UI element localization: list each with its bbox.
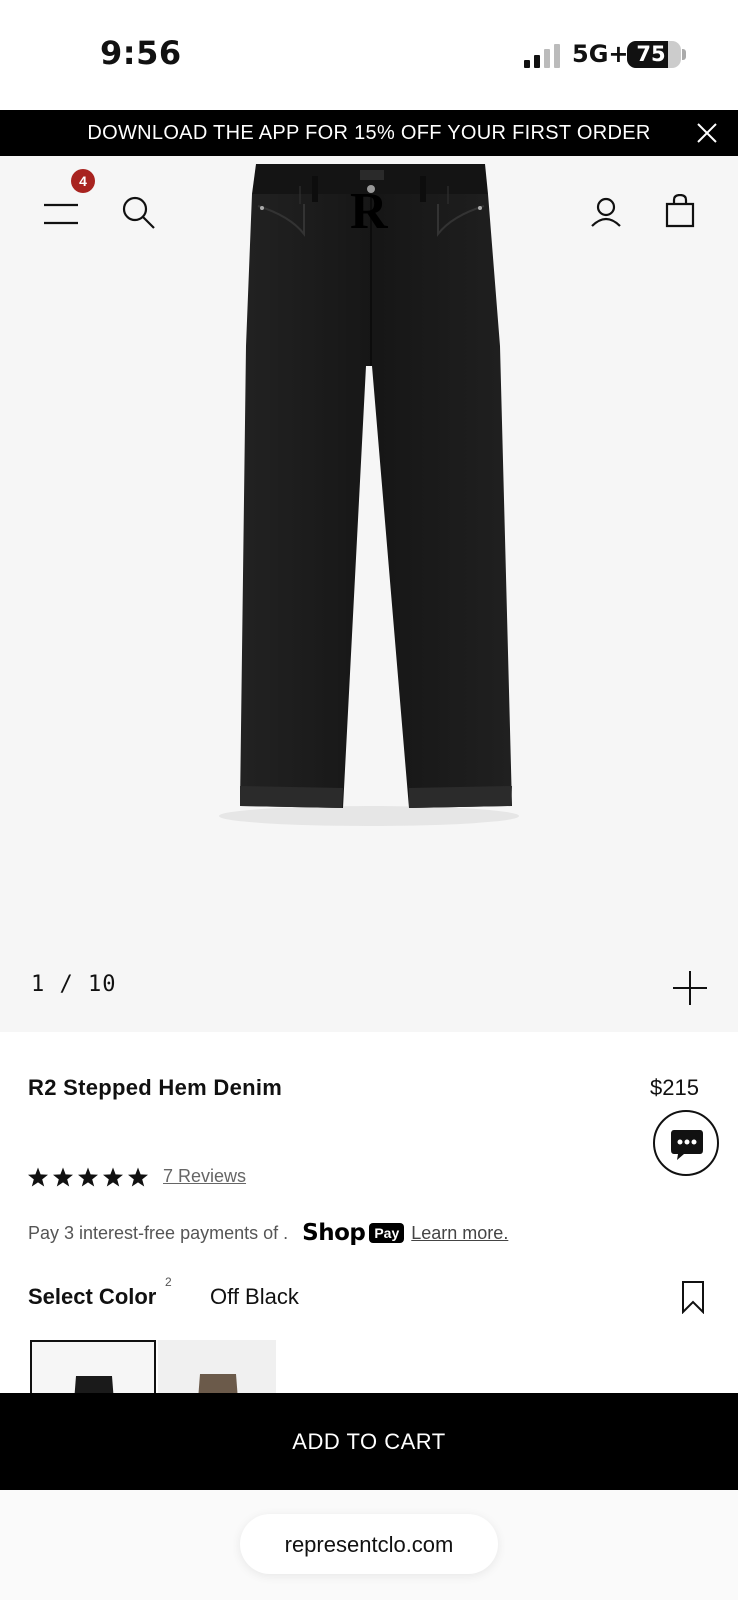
learn-more-link[interactable]: Learn more. [411, 1223, 508, 1244]
status-time: 9:56 [100, 34, 182, 72]
add-to-cart-button[interactable]: ADD TO CART [0, 1393, 738, 1490]
star-icon [128, 1167, 148, 1187]
status-bar: 9:56 5G+ 75 [0, 0, 738, 110]
battery-icon: 75 [627, 41, 681, 68]
add-to-cart-label[interactable]: ADD TO CART [0, 1429, 738, 1455]
star-icon [28, 1167, 48, 1187]
product-title: R2 Stepped Hem Denim [28, 1075, 283, 1100]
shop-pay-badge: Pay [369, 1223, 405, 1243]
shop-logo: Shop [302, 1220, 366, 1246]
color-swatch-off-black[interactable] [30, 1340, 156, 1400]
close-icon[interactable] [696, 122, 718, 144]
rating-stars [28, 1167, 148, 1187]
battery-cap [682, 49, 686, 60]
account-icon[interactable] [590, 196, 622, 228]
installments-text: Pay 3 interest-free payments of . [28, 1222, 289, 1243]
product-image [219, 164, 519, 826]
bookmark-icon[interactable] [681, 1280, 705, 1314]
signal-icon [524, 44, 560, 68]
gallery-counter: 1 / 10 [31, 972, 117, 997]
promo-text[interactable]: DOWNLOAD THE APP FOR 15% OFF YOUR FIRST … [0, 122, 738, 145]
url-text[interactable]: representclo.com [240, 1532, 498, 1558]
product-image-gallery[interactable]: R 4 [0, 156, 738, 1032]
chat-button[interactable] [653, 1110, 719, 1176]
selected-color-name: Off Black [210, 1284, 299, 1309]
select-color-label: Select Color [28, 1284, 157, 1309]
star-icon [53, 1167, 73, 1187]
bag-icon[interactable] [665, 194, 695, 228]
menu-badge: 4 [71, 169, 95, 193]
zoom-plus-icon[interactable] [673, 971, 707, 1005]
battery-level: 75 [636, 42, 666, 66]
network-type: 5G+ [572, 40, 629, 68]
menu-icon[interactable] [44, 202, 80, 226]
promo-banner[interactable]: DOWNLOAD THE APP FOR 15% OFF YOUR FIRST … [0, 110, 738, 156]
search-icon[interactable] [122, 196, 156, 230]
brand-logo[interactable]: R [350, 182, 388, 241]
reviews-link[interactable]: 7 Reviews [163, 1166, 246, 1187]
url-bar[interactable]: representclo.com [240, 1514, 498, 1574]
chat-icon [671, 1130, 703, 1160]
color-swatch-brown[interactable] [158, 1340, 276, 1400]
star-icon [78, 1167, 98, 1187]
color-count: 2 [165, 1275, 172, 1289]
shop-pay-installments: Pay 3 interest-free payments of . Shop P… [28, 1220, 508, 1246]
product-price: $215 [650, 1075, 699, 1100]
star-icon [103, 1167, 123, 1187]
